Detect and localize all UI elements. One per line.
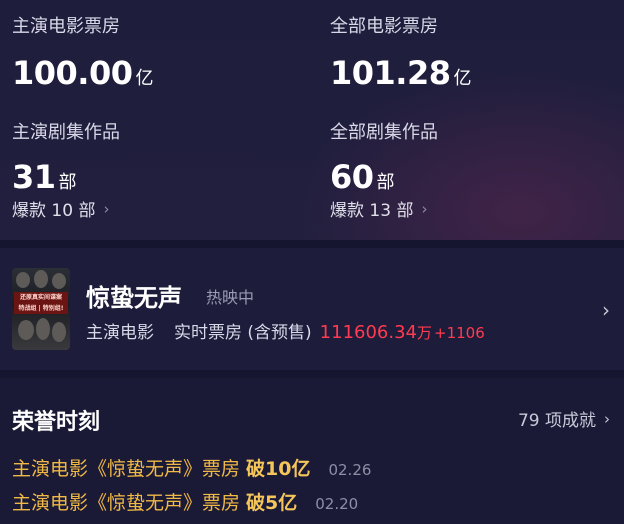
stat-unit: 部 <box>58 172 77 193</box>
honor-item-date: 02.26 <box>328 461 372 479</box>
stat-number: 31 <box>12 158 56 196</box>
stat-label: 全部剧集作品 <box>330 122 438 143</box>
honor-item-achievement: 破10亿 <box>246 458 311 480</box>
honor-section: 荣誉时刻 79 项成就 › 主演电影《惊蛰无声》票房 破10亿 02.26 主演… <box>0 378 624 524</box>
stat-value: 101.28 亿 <box>330 54 471 92</box>
poster-face <box>16 272 30 288</box>
poster-face <box>34 270 48 288</box>
chevron-right-icon: › <box>604 409 610 428</box>
hit-count-text: 爆款 10 部 <box>12 201 96 221</box>
movie-role: 主演电影 <box>86 323 154 343</box>
stat-all-series: 全部剧集作品 60 部 爆款 13 部 › <box>330 118 438 221</box>
movie-poster[interactable]: 还原真实间谍案 特战组 | 特别组! <box>12 268 70 350</box>
box-office-unit: 万 <box>417 324 433 342</box>
poster-text: 还原真实间谍案 <box>19 294 62 301</box>
stats-panel: 主演电影票房 100.00 亿 全部电影票房 101.28 亿 主演剧集作品 31 部… <box>0 0 624 240</box>
hit-count-link[interactable]: 爆款 10 部 › <box>12 196 120 222</box>
poster-face <box>52 322 66 342</box>
stat-unit: 亿 <box>453 68 471 89</box>
stat-number: 101.28 <box>330 54 451 92</box>
section-divider <box>0 240 624 248</box>
poster-banner: 还原真实间谍案 特战组 | 特别组! <box>14 292 68 314</box>
chevron-right-icon[interactable]: › <box>602 298 610 322</box>
stat-number: 60 <box>330 158 374 196</box>
stat-lead-box-office: 主演电影票房 100.00 亿 <box>12 12 153 92</box>
stat-unit: 亿 <box>135 68 153 89</box>
honor-count-link[interactable]: 79 项成就 › <box>517 406 610 432</box>
movie-card[interactable]: 还原真实间谍案 特战组 | 特别组! 惊蛰无声 热映中 主演电影 实时票房 (含… <box>0 248 624 370</box>
stat-all-box-office: 全部电影票房 101.28 亿 <box>330 12 471 92</box>
movie-title: 惊蛰无声 <box>86 284 182 312</box>
poster-face <box>18 320 34 340</box>
stat-label: 主演电影票房 <box>12 16 120 37</box>
movie-status: 热映中 <box>206 288 255 307</box>
chevron-right-icon: › <box>103 199 110 218</box>
stat-number: 100.00 <box>12 54 133 92</box>
honor-item-text: 主演电影《惊蛰无声》票房 <box>12 492 241 514</box>
box-office-label: 实时票房 (含预售) <box>174 323 312 343</box>
honor-item[interactable]: 主演电影《惊蛰无声》票房 破5亿 02.20 <box>12 488 358 515</box>
stat-value: 31 部 <box>12 158 120 196</box>
hit-count-text: 爆款 13 部 <box>330 201 414 221</box>
hit-count-link[interactable]: 爆款 13 部 › <box>330 196 438 222</box>
poster-text: 特战组 | 特别组! <box>18 305 64 312</box>
poster-face <box>52 273 66 289</box>
chevron-right-icon: › <box>421 199 428 218</box>
honor-count: 79 项成就 <box>517 411 596 431</box>
poster-face <box>36 318 50 340</box>
honor-item[interactable]: 主演电影《惊蛰无声》票房 破10亿 02.26 <box>12 454 371 481</box>
box-office-value: 111606.34 <box>319 322 418 343</box>
honor-item-text: 主演电影《惊蛰无声》票房 <box>12 458 241 480</box>
box-office-delta: +1106 <box>434 324 485 342</box>
stat-value: 100.00 亿 <box>12 54 153 92</box>
stat-label: 全部电影票房 <box>330 16 438 37</box>
honor-item-achievement: 破5亿 <box>246 492 298 514</box>
movie-box-office-line: 主演电影 实时票房 (含预售) 111606.34 万 +1106 <box>86 318 485 343</box>
section-divider <box>0 370 624 378</box>
stat-label: 主演剧集作品 <box>12 122 120 143</box>
honor-title: 荣誉时刻 <box>12 410 101 435</box>
stat-unit: 部 <box>376 172 395 193</box>
honor-item-date: 02.20 <box>315 495 359 513</box>
stat-lead-series: 主演剧集作品 31 部 爆款 10 部 › <box>12 118 120 221</box>
stat-value: 60 部 <box>330 158 438 196</box>
